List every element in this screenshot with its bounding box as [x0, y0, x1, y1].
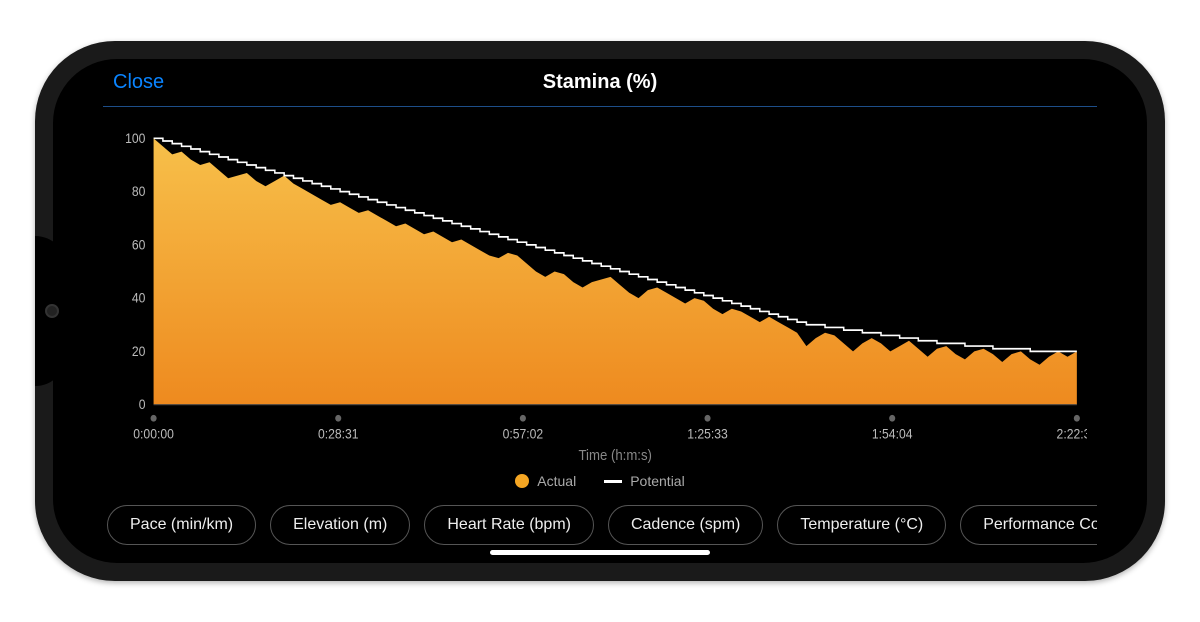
stamina-chart: 0 20 40 60 80 100 0:00:00 0:28:31 0:57:02 1:25:33…: [113, 127, 1087, 467]
legend-swatch-potential-icon: [604, 480, 622, 483]
svg-text:20: 20: [132, 343, 146, 359]
svg-text:0:57:02: 0:57:02: [503, 426, 544, 442]
phone-frame: Close Stamina (%) 0 20 40 60 80 100 0:00:00 0:2…: [35, 41, 1165, 581]
svg-text:2:22:36: 2:22:36: [1057, 426, 1087, 442]
svg-text:80: 80: [132, 183, 146, 199]
legend-item-actual: Actual: [515, 473, 576, 489]
svg-text:100: 100: [125, 130, 145, 146]
page-title: Stamina (%): [543, 71, 657, 94]
metric-pill-5[interactable]: Performance Co: [960, 505, 1097, 545]
screen: Close Stamina (%) 0 20 40 60 80 100 0:00:00 0:2…: [53, 59, 1147, 563]
legend-label-actual: Actual: [537, 473, 576, 489]
chart-area[interactable]: 0 20 40 60 80 100 0:00:00 0:28:31 0:57:02 1:25:33…: [113, 127, 1087, 467]
svg-text:40: 40: [132, 290, 146, 306]
legend: Actual Potential: [103, 467, 1097, 499]
svg-text:0:00:00: 0:00:00: [133, 426, 174, 442]
svg-text:0: 0: [139, 397, 146, 413]
svg-text:60: 60: [132, 237, 146, 253]
svg-text:0:28:31: 0:28:31: [318, 426, 359, 442]
svg-text:1:25:33: 1:25:33: [687, 426, 728, 442]
close-button[interactable]: Close: [113, 71, 164, 94]
home-indicator[interactable]: [490, 550, 710, 555]
metric-pill-3[interactable]: Cadence (spm): [608, 505, 763, 545]
svg-text:Time (h:m:s): Time (h:m:s): [578, 447, 651, 464]
legend-swatch-actual-icon: [515, 474, 529, 488]
metric-pill-2[interactable]: Heart Rate (bpm): [424, 505, 594, 545]
legend-label-potential: Potential: [630, 473, 684, 489]
svg-text:1:54:04: 1:54:04: [872, 426, 913, 442]
metric-pill-1[interactable]: Elevation (m): [270, 505, 410, 545]
legend-item-potential: Potential: [604, 473, 684, 489]
metric-pill-4[interactable]: Temperature (°C): [777, 505, 946, 545]
metric-pill-0[interactable]: Pace (min/km): [107, 505, 256, 545]
header-bar: Close Stamina (%): [103, 59, 1097, 107]
